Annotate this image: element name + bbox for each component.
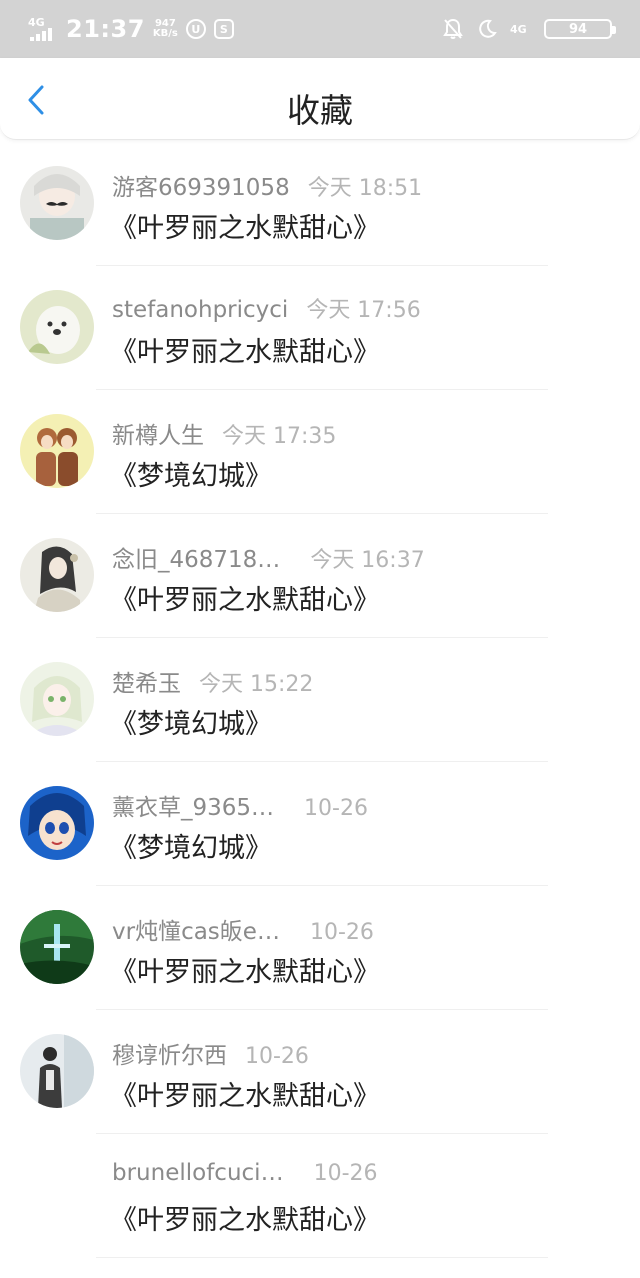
- item-meta: 游客669391058 今天 18:51: [112, 168, 422, 202]
- time: 10-26: [313, 1161, 378, 1186]
- item-meta: brunellofcuci… 10-26: [112, 1160, 378, 1186]
- user-name[interactable]: 楚希玉: [112, 664, 181, 698]
- avatar[interactable]: [20, 538, 94, 612]
- list-item[interactable]: 游客669391058 今天 18:51 《叶罗丽之水默甜心》: [0, 142, 640, 266]
- avatar[interactable]: [20, 1034, 94, 1108]
- item-meta: 新樽人生 今天 17:35: [112, 416, 336, 450]
- avatar[interactable]: [20, 662, 94, 736]
- notification-app-icon: U: [185, 19, 206, 39]
- user-name[interactable]: 念旧_468718…: [112, 540, 280, 574]
- user-name[interactable]: 游客669391058: [112, 168, 290, 202]
- network-speed: 947 KB/s: [153, 19, 178, 39]
- book-title[interactable]: 《叶罗丽之水默甜心》: [110, 1074, 380, 1113]
- user-name[interactable]: vr炖憧cas皈e…: [112, 912, 280, 946]
- status-bar: 4G 21:37 947 KB/s U S 4G 94: [0, 0, 640, 58]
- book-title[interactable]: 《梦境幻城》: [110, 702, 272, 741]
- list-item[interactable]: brunellofcuci… 10-26 《叶罗丽之水默甜心》: [0, 1134, 640, 1258]
- battery-level: 94: [568, 21, 588, 37]
- list-item[interactable]: stefanohpricyci 今天 17:56 《叶罗丽之水默甜心》: [0, 266, 640, 390]
- time: 今天 18:51: [307, 176, 423, 201]
- list-item[interactable]: 念旧_468718… 今天 16:37 《叶罗丽之水默甜心》: [0, 514, 640, 638]
- time: 10-26: [309, 920, 374, 945]
- mobile-data-icon: 4G: [510, 22, 527, 36]
- page-title: 收藏: [287, 91, 353, 130]
- book-title[interactable]: 《叶罗丽之水默甜心》: [110, 1198, 380, 1237]
- user-name[interactable]: 新樽人生: [112, 416, 204, 450]
- time: 10-26: [304, 796, 368, 821]
- status-bar-right: 4G 94: [442, 18, 616, 40]
- item-meta: 念旧_468718… 今天 16:37: [112, 540, 425, 574]
- notification-app-icon-2: S: [213, 19, 234, 39]
- signal-icon: 4G: [28, 17, 58, 41]
- book-title[interactable]: 《梦境幻城》: [110, 454, 272, 493]
- header: 收藏: [0, 58, 640, 140]
- avatar[interactable]: [20, 910, 94, 984]
- list-item[interactable]: vr炖憧cas皈e… 10-26 《叶罗丽之水默甜心》: [0, 886, 640, 1010]
- avatar[interactable]: [20, 166, 94, 240]
- list-item[interactable]: 穆谆忻尔西 10-26 《叶罗丽之水默甜心》: [0, 1010, 640, 1134]
- book-title[interactable]: 《叶罗丽之水默甜心》: [110, 206, 380, 245]
- list-item[interactable]: 新樽人生 今天 17:35 《梦境幻城》: [0, 390, 640, 514]
- battery-icon: 94: [544, 19, 616, 39]
- list-item[interactable]: 薰衣草_9365… 10-26 《梦境幻城》: [0, 762, 640, 886]
- book-title[interactable]: 《叶罗丽之水默甜心》: [110, 578, 380, 617]
- item-meta: 楚希玉 今天 15:22: [112, 664, 313, 698]
- item-meta: 薰衣草_9365… 10-26: [112, 788, 368, 822]
- book-title[interactable]: 《梦境幻城》: [110, 826, 272, 865]
- time: 10-26: [245, 1044, 309, 1069]
- favorites-list: 游客669391058 今天 18:51 《叶罗丽之水默甜心》 stefanoh…: [0, 142, 640, 1258]
- time: 今天 15:22: [199, 672, 314, 697]
- avatar[interactable]: [20, 786, 94, 860]
- list-item[interactable]: 楚希玉 今天 15:22 《梦境幻城》: [0, 638, 640, 762]
- user-name[interactable]: brunellofcuci…: [112, 1160, 284, 1186]
- time: 今天 17:56: [306, 298, 421, 323]
- user-name[interactable]: stefanohpricyci: [112, 297, 288, 323]
- status-bar-left: 4G 21:37 947 KB/s U S: [28, 15, 234, 43]
- avatar[interactable]: [20, 290, 94, 364]
- avatar[interactable]: [20, 1158, 94, 1232]
- item-meta: vr炖憧cas皈e… 10-26: [112, 912, 374, 946]
- book-title[interactable]: 《叶罗丽之水默甜心》: [110, 330, 380, 369]
- avatar[interactable]: [20, 414, 94, 488]
- user-name[interactable]: 薰衣草_9365…: [112, 788, 274, 822]
- moon-icon: [476, 18, 498, 40]
- time: 今天 17:35: [222, 424, 337, 449]
- item-meta: 穆谆忻尔西 10-26: [112, 1036, 309, 1070]
- user-name[interactable]: 穆谆忻尔西: [112, 1036, 227, 1070]
- time: 今天 16:37: [310, 548, 425, 573]
- clock: 21:37: [66, 15, 145, 43]
- book-title[interactable]: 《叶罗丽之水默甜心》: [110, 950, 380, 989]
- bell-off-icon: [442, 18, 464, 40]
- divider: [96, 1257, 548, 1258]
- network-speed-unit: KB/s: [152, 28, 178, 39]
- item-meta: stefanohpricyci 今天 17:56: [112, 292, 421, 324]
